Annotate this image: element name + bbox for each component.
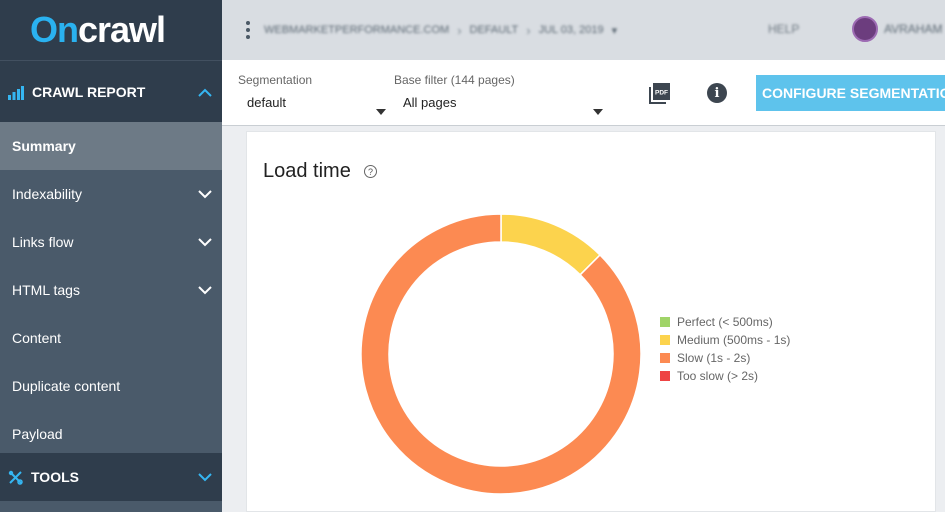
logo-area: Oncrawl <box>0 0 222 60</box>
info-icon[interactable]: i <box>707 83 727 103</box>
sidebar-item-content[interactable]: Content <box>0 314 222 362</box>
sidebar-item-label: HTML tags <box>12 282 80 298</box>
sidebar-item-label: Content <box>12 330 62 346</box>
caret-down-icon <box>376 109 386 115</box>
chevron-down-icon <box>198 282 212 298</box>
bar-chart-icon <box>8 84 24 100</box>
filter-bar: Segmentation default Base filter (144 pa… <box>222 60 945 126</box>
sidebar-item-label: Duplicate content <box>12 378 121 394</box>
segmentation-label: Segmentation <box>238 73 313 87</box>
segmentation-value: default <box>247 95 287 110</box>
card-title: Load time <box>263 160 351 182</box>
breadcrumb-workspace[interactable]: DEFAULT <box>470 24 519 36</box>
sidebar-item-label: Summary <box>12 138 76 154</box>
sidebar-item-html-tags[interactable]: HTML tags <box>0 266 222 314</box>
chart-legend: Perfect (< 500ms) Medium (500ms - 1s) Slow… <box>660 313 790 385</box>
question-icon[interactable]: ? <box>364 165 377 178</box>
legend-label: Perfect (< 500ms) <box>677 315 773 329</box>
base-filter-select[interactable]: Base filter (144 pages) All pages <box>394 73 609 115</box>
pdf-export-icon[interactable]: PDF <box>649 82 671 104</box>
breadcrumb-crawl-date[interactable]: JUL 03, 2019 <box>539 24 604 36</box>
sidebar-item-label: Indexability <box>12 186 83 202</box>
tools-header[interactable]: TOOLS <box>0 453 222 501</box>
sidebar: Oncrawl CRAWL REPORT Summary Indexabilit… <box>0 0 222 512</box>
legend-item-2[interactable]: Slow (1s - 2s) <box>660 349 790 367</box>
caret-down-icon <box>593 109 603 115</box>
chevron-down-icon <box>198 469 212 485</box>
tools-label: TOOLS <box>31 469 79 485</box>
segmentation-select[interactable]: Segmentation default <box>238 73 388 115</box>
chevron-right-icon: › <box>457 22 462 38</box>
tools-icon <box>8 470 23 485</box>
base-filter-label: Base filter (144 pages) <box>394 73 515 87</box>
legend-swatch <box>660 371 670 381</box>
legend-swatch <box>660 317 670 327</box>
sidebar-item-indexability[interactable]: Indexability <box>0 170 222 218</box>
avatar[interactable] <box>852 16 878 42</box>
sidebar-item-summary[interactable]: Summary <box>0 122 222 170</box>
topbar: WEBMARKETPERFORMANCE.COM › DEFAULT › JUL… <box>222 0 945 60</box>
load-time-card: Load time ? Perfect (< 500ms) Medium (500… <box>246 131 936 512</box>
user-name[interactable]: AVRAHAM <box>884 22 942 36</box>
donut-slice-2[interactable] <box>360 213 642 495</box>
configure-segmentation-button[interactable]: CONFIGURE SEGMENTATION <box>756 75 945 111</box>
donut-slice-1[interactable] <box>500 213 602 276</box>
crawl-report-header[interactable]: CRAWL REPORT <box>0 60 222 122</box>
legend-label: Medium (500ms - 1s) <box>677 333 791 347</box>
sidebar-item-duplicate-content[interactable]: Duplicate content <box>0 362 222 410</box>
chevron-right-icon: › <box>526 22 531 38</box>
sidebar-item-links-flow[interactable]: Links flow <box>0 218 222 266</box>
legend-label: Too slow (> 2s) <box>677 369 759 383</box>
chevron-down-icon <box>198 234 212 250</box>
oncrawl-logo[interactable]: Oncrawl <box>30 12 166 48</box>
load-time-donut-chart <box>360 213 642 495</box>
sidebar-item-label: Payload <box>12 426 63 442</box>
sidebar-item-payload[interactable]: Payload <box>0 410 222 458</box>
breadcrumb: WEBMARKETPERFORMANCE.COM › DEFAULT › JUL… <box>264 23 617 38</box>
base-filter-value: All pages <box>403 95 457 110</box>
help-link[interactable]: HELP <box>768 22 799 36</box>
legend-item-1[interactable]: Medium (500ms - 1s) <box>660 331 790 349</box>
pdf-icon-text: PDF <box>655 90 668 97</box>
crawl-report-label: CRAWL REPORT <box>32 83 146 100</box>
legend-label: Slow (1s - 2s) <box>677 351 751 365</box>
legend-swatch <box>660 353 670 363</box>
sidebar-item-label: Links flow <box>12 234 74 250</box>
breadcrumb-project[interactable]: WEBMARKETPERFORMANCE.COM <box>264 24 449 36</box>
chevron-down-icon <box>198 186 212 202</box>
legend-item-3[interactable]: Too slow (> 2s) <box>660 367 790 385</box>
legend-item-0[interactable]: Perfect (< 500ms) <box>660 313 790 331</box>
chevron-up-icon <box>198 84 212 100</box>
legend-swatch <box>660 335 670 345</box>
kebab-menu-icon[interactable] <box>246 21 250 39</box>
caret-down-icon[interactable]: ▾ <box>612 24 618 37</box>
